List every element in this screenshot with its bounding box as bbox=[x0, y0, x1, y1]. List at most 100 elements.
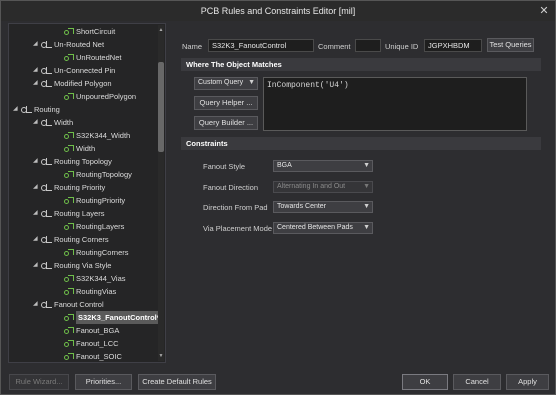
query-type-select[interactable]: Custom Query ▼ bbox=[194, 77, 258, 90]
tree-item-label: Un-Connected Pin bbox=[54, 66, 116, 75]
apply-button[interactable]: Apply bbox=[506, 374, 549, 390]
expand-arrow-icon[interactable]: ◢ bbox=[33, 116, 41, 129]
tree-item[interactable]: RoutingTopology bbox=[55, 168, 132, 181]
tree-item[interactable]: ◢ Modified Polygon bbox=[33, 77, 112, 90]
tree-item-label: Fanout Control bbox=[54, 300, 104, 309]
tree-item-label: Routing Corners bbox=[54, 235, 109, 244]
tree-item[interactable]: S32K344_Width bbox=[55, 129, 130, 142]
rule-icon bbox=[63, 326, 74, 335]
tree-item[interactable]: ◢ Routing Via Style bbox=[33, 259, 111, 272]
tree-item-label: RoutingTopology bbox=[76, 170, 132, 179]
tree-item-label: RoutingPriority bbox=[76, 196, 126, 205]
rule-icon bbox=[63, 274, 74, 283]
rule-category-icon bbox=[41, 118, 52, 127]
constraint-value: Alternating In and Out bbox=[277, 182, 346, 190]
name-field[interactable]: S32K3_FanoutControl bbox=[208, 39, 314, 52]
constraint-select[interactable]: BGA ▼ bbox=[273, 160, 373, 172]
tree-item[interactable]: RoutingCorners bbox=[55, 246, 129, 259]
expand-arrow-icon[interactable]: ◢ bbox=[33, 64, 41, 77]
tree-item[interactable]: Fanout_SOIC bbox=[55, 350, 122, 362]
tree-item[interactable]: UnpouredPolygon bbox=[55, 90, 136, 103]
constraint-select[interactable]: Towards Center ▼ bbox=[273, 201, 373, 213]
tree-item[interactable]: ◢ Un-Connected Pin bbox=[33, 64, 115, 77]
rule-icon bbox=[63, 287, 74, 296]
expand-arrow-icon[interactable]: ◢ bbox=[33, 233, 41, 246]
expand-arrow-icon[interactable]: ◢ bbox=[33, 207, 41, 220]
rule-icon bbox=[63, 53, 74, 62]
rule-icon bbox=[63, 352, 74, 361]
tree-item[interactable]: RoutingLayers bbox=[55, 220, 124, 233]
expand-arrow-icon[interactable]: ◢ bbox=[13, 103, 21, 116]
scroll-down-icon[interactable]: ▼ bbox=[158, 353, 164, 359]
tree-item-label: Routing bbox=[34, 105, 60, 114]
tree-item[interactable]: ◢ Routing bbox=[13, 103, 60, 116]
rule-category-icon bbox=[41, 235, 52, 244]
unique-id-field[interactable]: JGPXHBDM bbox=[424, 39, 482, 52]
title-bar: PCB Rules and Constraints Editor [mil] ✕ bbox=[1, 1, 555, 21]
create-default-rules-button[interactable]: Create Default Rules bbox=[138, 374, 216, 390]
tree-item-label: S32K344_Width bbox=[76, 131, 131, 140]
tree-item-label: Fanout_LCC bbox=[76, 339, 119, 348]
expand-arrow-icon[interactable]: ◢ bbox=[33, 155, 41, 168]
expand-arrow-icon[interactable]: ◢ bbox=[33, 259, 41, 272]
tree-item-label: Routing Via Style bbox=[54, 261, 112, 270]
tree-item-label: Modified Polygon bbox=[54, 79, 112, 88]
expand-arrow-icon[interactable]: ◢ bbox=[33, 38, 41, 51]
comment-field[interactable] bbox=[355, 39, 381, 52]
tree-item-label: UnpouredPolygon bbox=[76, 92, 137, 101]
cancel-button[interactable]: Cancel bbox=[453, 374, 501, 390]
tree-item[interactable]: S32K3_FanoutControl* bbox=[55, 311, 162, 324]
rule-category-icon bbox=[41, 300, 52, 309]
tree-item[interactable]: ◢ Routing Layers bbox=[33, 207, 104, 220]
chevron-down-icon: ▼ bbox=[363, 203, 370, 210]
tree-item[interactable]: ◢ Routing Topology bbox=[33, 155, 112, 168]
constraint-label: Direction From Pad bbox=[203, 203, 268, 212]
tree-item[interactable]: ◢ Routing Corners bbox=[33, 233, 109, 246]
tree-item[interactable]: Width bbox=[55, 142, 95, 155]
rule-icon bbox=[63, 339, 74, 348]
constraint-label: Via Placement Mode bbox=[203, 223, 273, 233]
query-editor[interactable]: InComponent('U4') bbox=[263, 77, 527, 131]
close-button[interactable]: ✕ bbox=[536, 4, 552, 18]
constraint-select[interactable]: Centered Between Pads ▼ bbox=[273, 221, 373, 234]
name-label: Name bbox=[182, 42, 203, 51]
tree-item[interactable]: S32K344_Vias bbox=[55, 272, 126, 285]
tree-scrollbar-thumb[interactable] bbox=[158, 62, 164, 152]
rule-category-icon bbox=[41, 79, 52, 88]
rules-tree: ShortCircuit ◢ Un-Routed Net UnRoutedNet ◢ Un… bbox=[8, 23, 166, 363]
rule-icon bbox=[63, 196, 74, 205]
expand-arrow-icon[interactable]: ◢ bbox=[33, 181, 41, 194]
chevron-down-icon: ▼ bbox=[363, 223, 370, 231]
rule-category-icon bbox=[41, 157, 52, 166]
comment-label: Comment bbox=[318, 42, 351, 51]
priorities-button[interactable]: Priorities... bbox=[75, 374, 132, 390]
tree-item[interactable]: ShortCircuit bbox=[55, 25, 115, 38]
tree-item[interactable]: ◢ Un-Routed Net bbox=[33, 38, 104, 51]
constraint-label: Fanout Style bbox=[203, 162, 246, 171]
tree-item[interactable]: RoutingPriority bbox=[55, 194, 125, 207]
rule-icon bbox=[63, 170, 74, 179]
tree-item[interactable]: ◢ Width bbox=[33, 116, 73, 129]
tree-item[interactable]: ◢ Routing Priority bbox=[33, 181, 105, 194]
query-helper-button[interactable]: Query Helper ... bbox=[194, 96, 258, 110]
ok-button[interactable]: OK bbox=[402, 374, 448, 390]
rule-category-icon bbox=[41, 261, 52, 270]
tree-item-label: RoutingLayers bbox=[76, 222, 125, 231]
scroll-up-icon[interactable]: ▲ bbox=[158, 27, 164, 33]
rule-wizard-button[interactable]: Rule Wizard... bbox=[9, 374, 69, 390]
tree-item-label: RoutingVias bbox=[76, 287, 117, 296]
query-builder-button[interactable]: Query Builder ... bbox=[194, 116, 258, 130]
tree-item[interactable]: UnRoutedNet bbox=[55, 51, 121, 64]
rule-category-icon bbox=[41, 40, 52, 49]
tree-item[interactable]: RoutingVias bbox=[55, 285, 116, 298]
test-queries-button[interactable]: Test Queries bbox=[487, 38, 534, 52]
expand-arrow-icon[interactable]: ◢ bbox=[33, 298, 41, 311]
chevron-down-icon: ▼ bbox=[363, 182, 370, 190]
expand-arrow-icon[interactable]: ◢ bbox=[33, 77, 41, 90]
tree-item-label: Un-Routed Net bbox=[54, 40, 105, 49]
tree-item[interactable]: Fanout_LCC bbox=[55, 337, 119, 350]
tree-item[interactable]: ◢ Fanout Control bbox=[33, 298, 104, 311]
rule-category-icon bbox=[41, 209, 52, 218]
constraint-value: Towards Center bbox=[277, 203, 327, 210]
tree-item[interactable]: Fanout_BGA bbox=[55, 324, 119, 337]
